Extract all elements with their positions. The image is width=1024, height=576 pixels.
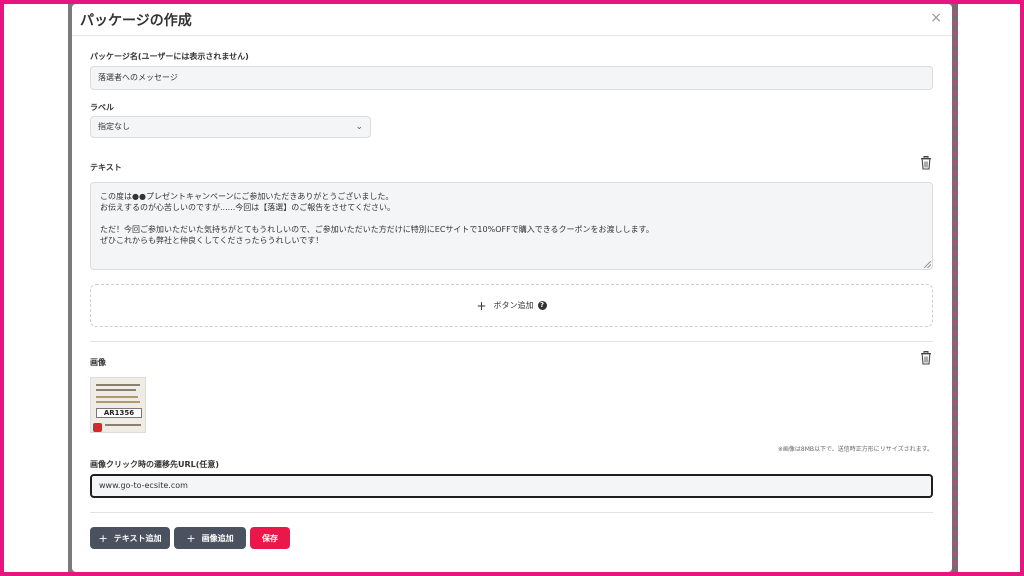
plus-icon: +	[476, 298, 487, 313]
resize-handle[interactable]	[924, 261, 931, 268]
footer-divider	[90, 512, 933, 513]
uploaded-image-thumbnail[interactable]: AR1356	[90, 377, 146, 433]
image-size-note: ※画像は8MB以下で、送信時正方形にリサイズされます。	[777, 446, 933, 453]
add-image-label: 画像追加	[201, 533, 234, 543]
add-button-area[interactable]: + ボタン追加 ?	[90, 284, 933, 327]
trash-icon[interactable]	[920, 156, 932, 170]
image-section-label: 画像	[90, 358, 106, 367]
package-name-input[interactable]: 落選者へのメッセージ	[90, 66, 933, 90]
image-text-line	[96, 389, 136, 391]
section-divider	[90, 341, 933, 342]
coupon-code: AR1356	[96, 408, 142, 418]
url-field-label: 画像クリック時の遷移先URL(任意)	[90, 460, 220, 469]
add-text-label: テキスト追加	[113, 533, 162, 543]
text-section-label: テキスト	[90, 163, 122, 172]
message-textarea[interactable]: この度は●●プレゼントキャンペーンにご参加いただきありがとうございました。 お伝…	[90, 182, 933, 270]
delete-image-icon[interactable]	[93, 423, 102, 432]
modal-header: パッケージの作成 ×	[72, 4, 952, 36]
modal-title: パッケージの作成	[80, 13, 192, 29]
plus-icon: +	[186, 531, 196, 545]
plus-icon: +	[98, 531, 108, 545]
add-button-label: ボタン追加	[493, 301, 534, 310]
link-url-input[interactable]: www.go-to-ecsite.com	[90, 474, 933, 498]
close-icon[interactable]: ×	[930, 10, 942, 26]
chevron-down-icon: ⌄	[355, 122, 363, 132]
add-text-button[interactable]: + テキスト追加	[90, 527, 170, 549]
trash-icon[interactable]	[920, 351, 932, 365]
backdrop-scrollbar	[952, 0, 958, 576]
package-name-label: パッケージ名(ユーザーには表示されません)	[90, 52, 249, 61]
help-icon[interactable]: ?	[537, 301, 547, 310]
label-select-label: ラベル	[90, 103, 114, 112]
image-text-line	[105, 424, 141, 426]
image-text-line	[96, 396, 138, 398]
image-text-line	[96, 401, 140, 403]
save-button[interactable]: 保存	[250, 527, 290, 549]
add-image-button[interactable]: + 画像追加	[174, 527, 246, 549]
label-select[interactable]: 指定なし ⌄	[90, 116, 371, 138]
label-select-value: 指定なし	[98, 122, 130, 131]
create-package-modal: パッケージの作成 × パッケージ名(ユーザーには表示されません) 落選者へのメッ…	[72, 4, 952, 572]
image-text-line	[96, 384, 140, 386]
